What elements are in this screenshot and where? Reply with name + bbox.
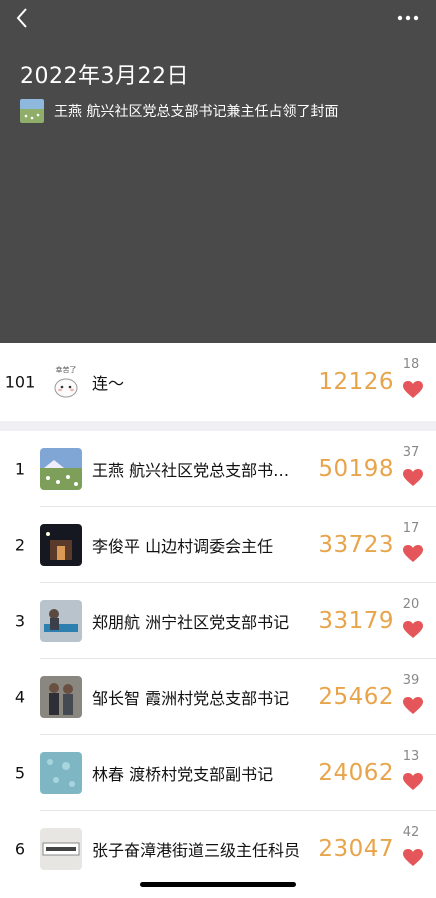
avatar — [40, 524, 82, 566]
rank-number: 1 — [14, 459, 26, 479]
like-count: 20 — [402, 597, 420, 612]
heart-icon[interactable] — [403, 621, 423, 639]
avatar: 幸苦了 — [45, 361, 87, 403]
step-count: 12126 — [318, 369, 394, 395]
avatar — [40, 752, 82, 794]
step-count: 25462 — [318, 684, 394, 710]
list-item[interactable]: 2 李俊平 山边村调委会主任 33723 17 — [0, 507, 436, 583]
user-name: 邹长智 霞洲村党总支部书记 — [92, 689, 290, 708]
heart-icon[interactable] — [403, 381, 423, 399]
rank-number: 6 — [14, 839, 26, 859]
avatar — [40, 828, 82, 870]
step-count: 33723 — [318, 532, 394, 558]
heart-icon[interactable] — [403, 469, 423, 487]
heart-icon[interactable] — [403, 773, 423, 791]
list-item[interactable]: 5 林春 渡桥村党支部副书记 24062 13 — [0, 735, 436, 811]
heart-icon[interactable] — [403, 697, 423, 715]
avatar-caption: 幸苦了 — [55, 366, 77, 374]
watermark-text: 最美长乐 — [380, 874, 424, 887]
wechat-icon — [360, 874, 376, 886]
user-name: 王燕 航兴社区党总支部书记兼主任 — [92, 461, 302, 480]
step-count: 33179 — [318, 608, 394, 634]
back-button[interactable] — [10, 6, 34, 30]
heart-icon[interactable] — [403, 545, 423, 563]
list-item[interactable]: 3 郑朋航 洲宁社区党支部书记 33179 20 — [0, 583, 436, 659]
like-count: 37 — [402, 445, 420, 460]
list-item[interactable]: 1 王燕 航兴社区党总支部书记兼主任 50198 37 — [0, 431, 436, 507]
my-ranking-row[interactable]: 101 幸苦了 连～ 12126 18 — [0, 343, 436, 421]
user-name: 连～ — [92, 374, 125, 393]
rank-number: 4 — [14, 687, 26, 707]
cover-holder-text: 王燕 航兴社区党总支部书记兼主任占领了封面 — [54, 104, 339, 120]
cover-header: 2022年3月22日 王燕 航兴社区党总支部书记兼主任占领了封面 — [0, 0, 436, 343]
avatar — [40, 448, 82, 490]
rank-number: 5 — [14, 763, 26, 783]
like-count: 39 — [402, 673, 420, 688]
like-count: 42 — [402, 825, 420, 840]
watermark: 最美长乐 — [360, 872, 424, 888]
user-name: 张子奋漳港街道三级主任科员 — [92, 841, 301, 860]
user-name: 李俊平 山边村调委会主任 — [92, 537, 274, 556]
ranking-list: 1 王燕 航兴社区党总支部书记兼主任 50198 37 2 — [0, 431, 436, 898]
cover-holder-avatar — [20, 99, 44, 123]
home-indicator — [140, 882, 296, 887]
more-button[interactable] — [394, 8, 422, 28]
avatar — [40, 676, 82, 718]
rank-number: 101 — [4, 372, 36, 392]
like-count: 18 — [402, 357, 420, 372]
step-count: 50198 — [318, 456, 394, 482]
chevron-left-icon — [16, 8, 27, 28]
heart-icon[interactable] — [403, 849, 423, 867]
step-count: 23047 — [318, 836, 394, 862]
rank-number: 3 — [14, 611, 26, 631]
page-title: 2022年3月22日 — [20, 64, 189, 89]
user-name: 林春 渡桥村党支部副书记 — [92, 765, 274, 784]
more-dots-icon — [397, 15, 419, 21]
like-count: 17 — [402, 521, 420, 536]
rank-number: 2 — [14, 535, 26, 555]
avatar — [40, 600, 82, 642]
step-count: 24062 — [318, 760, 394, 786]
cover-holder: 王燕 航兴社区党总支部书记兼主任占领了封面 — [20, 99, 338, 123]
like-count: 13 — [402, 749, 420, 764]
user-name: 郑朋航 洲宁社区党支部书记 — [92, 613, 290, 632]
list-item[interactable]: 4 邹长智 霞洲村党总支部书记 25462 39 — [0, 659, 436, 735]
